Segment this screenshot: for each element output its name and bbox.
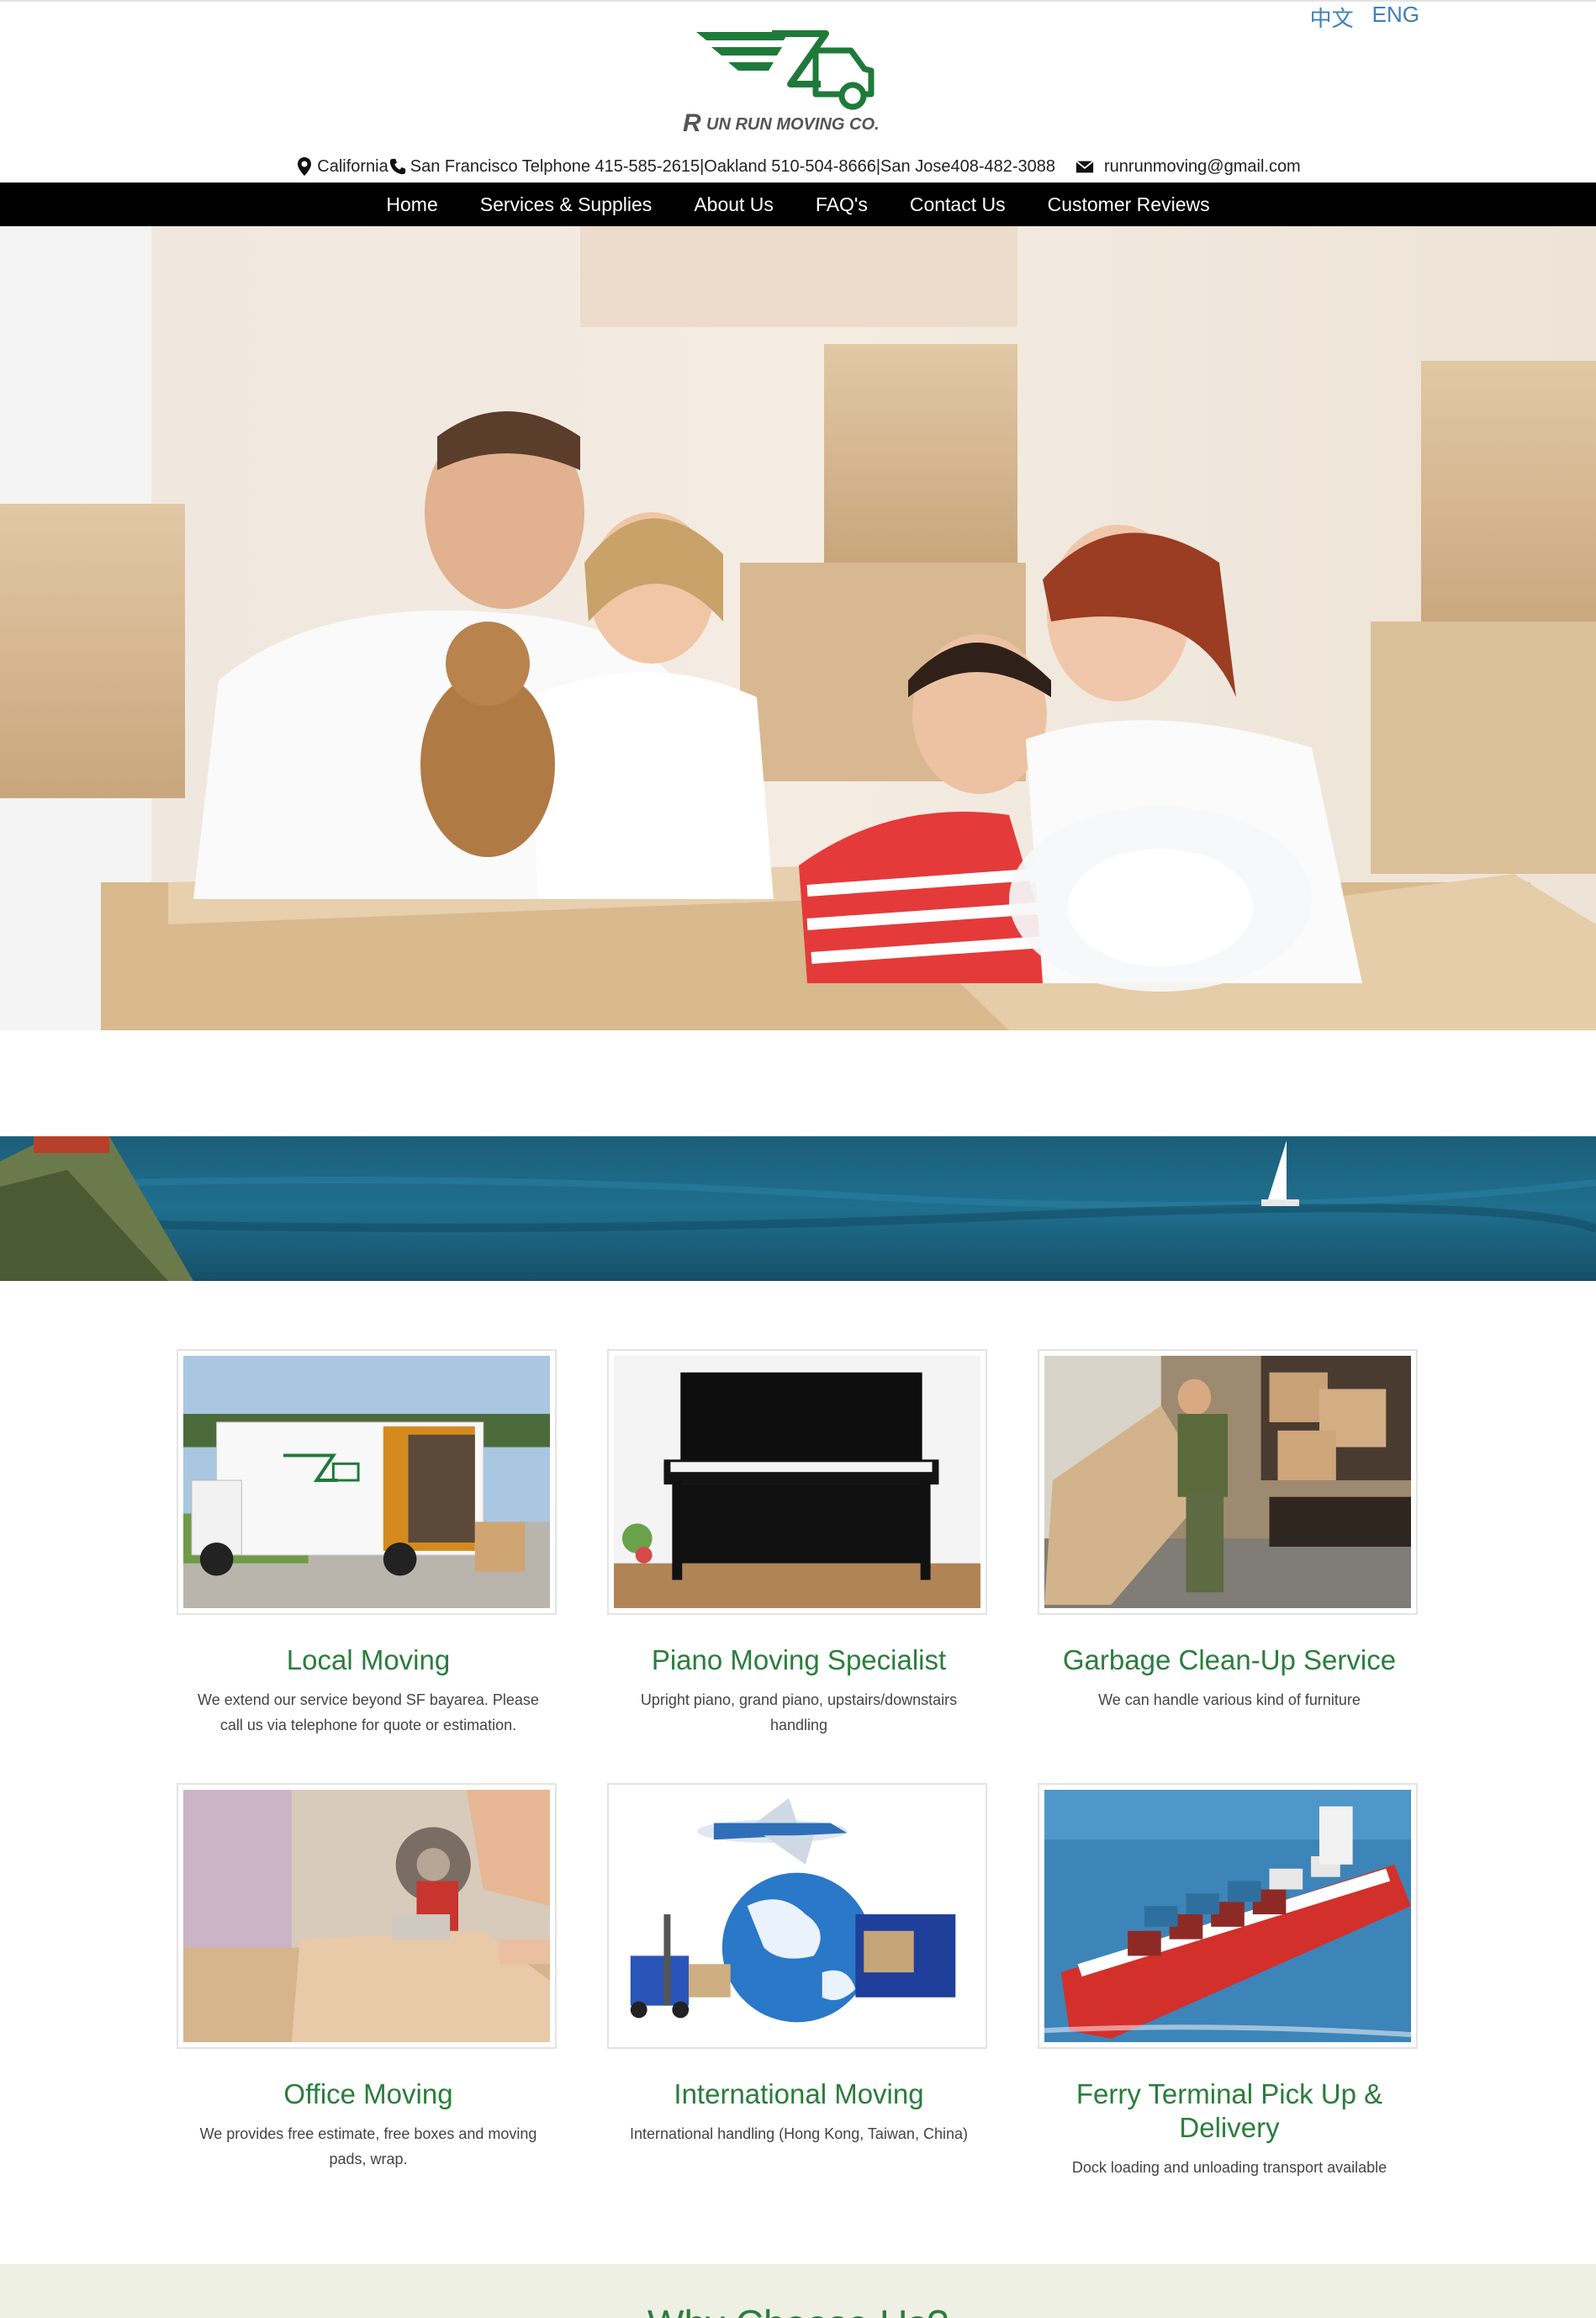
service-card-office-moving[interactable]: Office Moving We provides free estimate,… xyxy=(177,1783,560,2172)
nav-about-us[interactable]: About Us xyxy=(673,183,795,226)
section-heading: Why Choose Us? xyxy=(0,2301,1596,2318)
service-description: Dock loading and unloading transport ava… xyxy=(1071,2159,1387,2176)
service-description: Upright piano, grand piano, upstairs/dow… xyxy=(640,1691,958,1733)
service-title[interactable]: International Moving xyxy=(607,2077,991,2111)
service-title[interactable]: Office Moving xyxy=(177,2077,560,2111)
service-description: We provides free estimate, free boxes an… xyxy=(199,2125,537,2167)
nav-services-supplies[interactable]: Services & Supplies xyxy=(459,183,674,226)
cargo-ship-icon xyxy=(1044,1790,1411,2042)
piano-moving-image xyxy=(607,1349,987,1615)
brand-logo[interactable]: R UN RUN MOVING CO. xyxy=(673,25,925,143)
service-description: International handling (Hong Kong, Taiwa… xyxy=(630,2125,968,2142)
phone-icon xyxy=(389,158,405,175)
ocean-banner-image xyxy=(0,1136,1596,1281)
service-title[interactable]: Garbage Clean-Up Service xyxy=(1038,1643,1421,1677)
moving-truck-icon xyxy=(183,1356,550,1608)
mover-boxes-icon xyxy=(1044,1356,1411,1608)
nav-contact-us[interactable]: Contact Us xyxy=(889,183,1027,226)
service-card-local-moving[interactable]: Local Moving We extend our service beyon… xyxy=(177,1349,560,1738)
email-link[interactable]: runrunmoving@gmail.com xyxy=(1104,157,1301,177)
brand-name-text: UN RUN MOVING CO. xyxy=(706,115,880,134)
service-title[interactable]: Local Moving xyxy=(177,1643,560,1677)
service-card-piano-moving[interactable]: Piano Moving Specialist Upright piano, g… xyxy=(607,1349,991,1738)
ferry-terminal-image xyxy=(1038,1783,1418,2049)
tape-dispenser-icon xyxy=(183,1790,550,2042)
lang-chinese-link[interactable]: 中文 xyxy=(1310,2,1354,33)
truck-logo-icon: R UN RUN MOVING CO. xyxy=(683,30,880,137)
local-moving-image xyxy=(177,1349,557,1615)
nav-faqs[interactable]: FAQ's xyxy=(795,183,889,226)
location-pin-icon xyxy=(298,157,312,176)
phone-numbers-text[interactable]: San Francisco Telphone 415-585-2615|Oakl… xyxy=(410,157,1055,177)
contact-bar: California San Francisco Telphone 415-58… xyxy=(0,156,1596,177)
piano-icon xyxy=(614,1356,980,1608)
why-choose-us-section: Why Choose Us? xyxy=(0,2264,1596,2318)
main-navigation: Home Services & Supplies About Us FAQ's … xyxy=(0,183,1596,226)
nav-home[interactable]: Home xyxy=(365,183,458,226)
office-moving-image xyxy=(177,1783,557,2049)
service-card-ferry-terminal[interactable]: Ferry Terminal Pick Up & Delivery Dock l… xyxy=(1038,1783,1421,2180)
hero-family-moving-image xyxy=(0,226,1596,1030)
service-card-international-moving[interactable]: International Moving International handl… xyxy=(607,1783,991,2146)
location-text: California xyxy=(317,156,388,176)
service-card-garbage-cleanup[interactable]: Garbage Clean-Up Service We can handle v… xyxy=(1038,1349,1421,1712)
service-description: We extend our service beyond SF bayarea.… xyxy=(198,1691,539,1733)
globe-plane-icon xyxy=(614,1790,980,2042)
svg-text:R: R xyxy=(683,109,701,137)
envelope-icon xyxy=(1075,160,1094,173)
service-title[interactable]: Ferry Terminal Pick Up & Delivery xyxy=(1038,2077,1421,2145)
service-description: We can handle various kind of furniture xyxy=(1098,1691,1361,1708)
nav-customer-reviews[interactable]: Customer Reviews xyxy=(1027,183,1231,226)
service-title[interactable]: Piano Moving Specialist xyxy=(607,1643,991,1677)
lang-english-link[interactable]: ENG xyxy=(1372,2,1419,33)
international-moving-image xyxy=(607,1783,987,2049)
garbage-cleanup-image xyxy=(1038,1349,1418,1615)
language-switcher: 中文 ENG xyxy=(1310,2,1419,33)
